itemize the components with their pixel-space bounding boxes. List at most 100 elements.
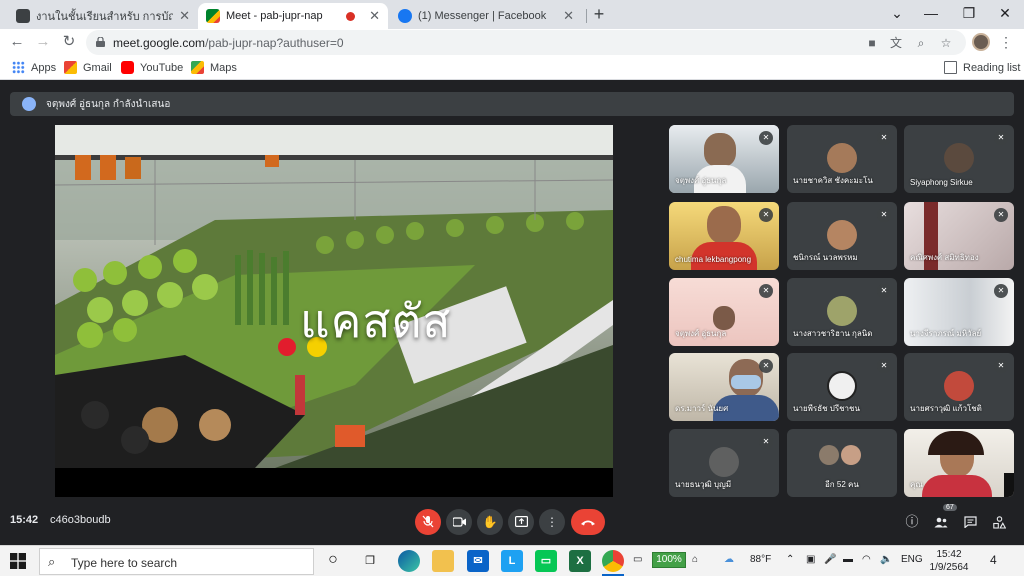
participant-tile[interactable]: ✕ chutima lekbangpong (669, 202, 779, 270)
participant-tile[interactable]: ✕ นายศราวุฒิ แก้วโชติ (904, 353, 1014, 421)
file-explorer-icon[interactable] (432, 550, 454, 572)
tab-classroom[interactable]: งานในชั้นเรียนสำหรับ การบัญชีร่วมค้า ✕ (8, 3, 198, 29)
participant-tile[interactable]: ✕ นางสาวชาริฮาน กุลนิด (787, 278, 897, 346)
minimize-button[interactable]: — (912, 0, 950, 29)
participant-tile[interactable]: ✕ ดร.มาวร์ นันยศ (669, 353, 779, 421)
zoom-icon[interactable]: ⌕ (913, 35, 929, 51)
bookmark-apps[interactable]: Apps (12, 61, 56, 74)
present-button[interactable] (508, 509, 534, 535)
weather-icon[interactable]: ☁ (724, 554, 734, 565)
excel-icon[interactable]: X (569, 550, 591, 572)
raise-hand-button[interactable]: ✋ (477, 509, 503, 535)
lock-icon (96, 37, 105, 47)
volume-icon[interactable]: 🔈 (880, 554, 892, 565)
leave-call-button[interactable] (571, 509, 605, 535)
participant-name: นางจีราภรณ์ มหิวัลย์ (910, 329, 982, 338)
bookmark-youtube[interactable]: YouTube (121, 61, 183, 74)
tab-meet[interactable]: Meet - pab-jupr-nap ✕ (198, 3, 388, 29)
taskbar-clock[interactable]: 15:42 1/9/2564 (924, 548, 974, 574)
mic-off-button[interactable] (415, 509, 441, 535)
more-menu-icon[interactable]: ⋮ (999, 33, 1013, 51)
bookmark-maps[interactable]: Maps (191, 61, 237, 74)
participant-tile[interactable]: ✕ คณิศพงศ์ สมิทธิทอง (904, 202, 1014, 270)
notification-badge: 4 (990, 553, 997, 567)
mic-icon[interactable]: 🎤 (824, 554, 836, 565)
participant-tile[interactable]: ✕ นางจีราภรณ์ มหิวัลย์ (904, 278, 1014, 346)
bookmark-star-icon[interactable]: ☆ (938, 35, 954, 51)
presentation-stage[interactable]: แคสตัส (55, 125, 613, 497)
line-icon[interactable]: ▭ (535, 550, 557, 572)
participant-shirt (922, 475, 992, 497)
participant-name: ชนิกรณ์ นวลพรหม (793, 253, 858, 262)
wifi-icon[interactable]: ◠ (862, 554, 871, 565)
edge-icon[interactable] (398, 550, 420, 572)
people-icon[interactable] (932, 513, 950, 531)
taskbar-search-box[interactable]: ⌕ Type here to search (39, 548, 314, 575)
profile-avatar[interactable] (972, 33, 990, 51)
notification-center-icon[interactable]: 4 (990, 553, 997, 567)
participant-avatar (944, 371, 974, 401)
mail-icon[interactable]: ✉ (467, 550, 489, 572)
translate-icon[interactable]: 文 (888, 35, 904, 51)
participant-name: นางสาวชาริฮาน กุลนิด (793, 329, 873, 338)
system-tray-icon[interactable]: ▣ (806, 554, 815, 565)
l-app-icon[interactable]: L (501, 550, 523, 572)
cortana-icon[interactable]: ○ (322, 550, 344, 572)
participant-tile[interactable]: ✕ นายธนวุฒิ บุญมี (669, 429, 779, 497)
mic-off-icon: ✕ (994, 131, 1008, 145)
tab-messenger[interactable]: (1) Messenger | Facebook ✕ (390, 3, 582, 29)
self-tile[interactable]: คุณ (904, 429, 1014, 497)
tab-search-icon[interactable]: ⌄ (878, 0, 916, 29)
participant-tile[interactable]: ✕ ชนิกรณ์ นวลพรหม (787, 202, 897, 270)
meet-area: จตุพงศ์ อู่ธนกุล กำลังนำเสนอ แคสตัส ✕ จต… (0, 80, 1024, 545)
participant-count-badge: 67 (943, 504, 957, 511)
participant-tile[interactable]: ✕ Siyaphong Sirkue (904, 125, 1014, 193)
presentation-slide: แคสตัส (55, 125, 613, 468)
mic-off-icon: ✕ (877, 284, 891, 298)
more-options-button[interactable]: ⋮ (539, 509, 565, 535)
activities-icon[interactable] (990, 513, 1008, 531)
participant-name: Siyaphong Sirkue (910, 178, 973, 187)
participant-name: คณิศพงศ์ สมิทธิทอง (910, 253, 979, 262)
meeting-code: c46o3boudb (50, 514, 111, 526)
bookmark-label: YouTube (140, 61, 184, 74)
meeting-info-icon[interactable]: ⓘ (903, 513, 921, 531)
mic-off-icon: ✕ (759, 208, 773, 222)
back-button[interactable]: ← (6, 31, 28, 53)
reading-list[interactable]: Reading list (944, 61, 1020, 74)
participant-tile[interactable]: ✕ จตุพงศ์ อู่ธนกุล (669, 125, 779, 193)
camera-icon (451, 517, 466, 527)
windows-start-icon[interactable] (10, 553, 26, 569)
address-bar[interactable]: meet.google.com/pab-jupr-nap?authuser=0 … (86, 30, 966, 55)
participant-tile[interactable]: ✕ นายชาควิส ชังคะมะโน (787, 125, 897, 193)
close-icon[interactable]: ✕ (179, 8, 190, 24)
tab-title: (1) Messenger | Facebook (418, 10, 547, 22)
close-icon[interactable]: ✕ (563, 8, 574, 24)
participant-tile[interactable]: ✕ นายพีรธัช ปรีชาชน (787, 353, 897, 421)
restore-button[interactable]: ❐ (950, 0, 988, 29)
tray-overflow-icon[interactable]: ▭ (633, 554, 642, 565)
more-participants-tile[interactable]: อีก 52 คน (787, 429, 897, 497)
battery-indicator[interactable]: 100% (652, 552, 686, 568)
new-tab-button[interactable]: + (588, 3, 610, 25)
chat-icon[interactable] (961, 513, 979, 531)
chevron-up-icon[interactable]: ⌃ (786, 554, 794, 565)
close-window-button[interactable]: ✕ (986, 0, 1024, 29)
clock-time: 15:42 (936, 549, 962, 560)
weather-temp[interactable]: 88°F (750, 554, 771, 565)
battery-icon[interactable]: ▬ (843, 554, 853, 565)
meeting-controls-bar: 15:42 c46o3boudb ✋ ⋮ ⓘ 67 (0, 501, 1024, 545)
chrome-icon[interactable] (602, 550, 624, 572)
camera-button[interactable] (446, 509, 472, 535)
clock-date: 1/9/2564 (929, 562, 969, 573)
reload-button[interactable]: ↻ (58, 31, 80, 53)
forward-button[interactable]: → (32, 31, 54, 53)
participant-tile[interactable]: ✕ จตุพงศ์ อู่ธนกุล (669, 278, 779, 346)
camera-icon[interactable]: ■ (864, 35, 880, 51)
task-view-icon[interactable]: ❐ (359, 550, 381, 572)
close-icon[interactable]: ✕ (369, 8, 380, 24)
bookmark-gmail[interactable]: Gmail (64, 61, 112, 74)
recording-icon (346, 11, 356, 21)
input-language[interactable]: ENG (901, 554, 923, 565)
presenter-avatar (22, 97, 36, 111)
